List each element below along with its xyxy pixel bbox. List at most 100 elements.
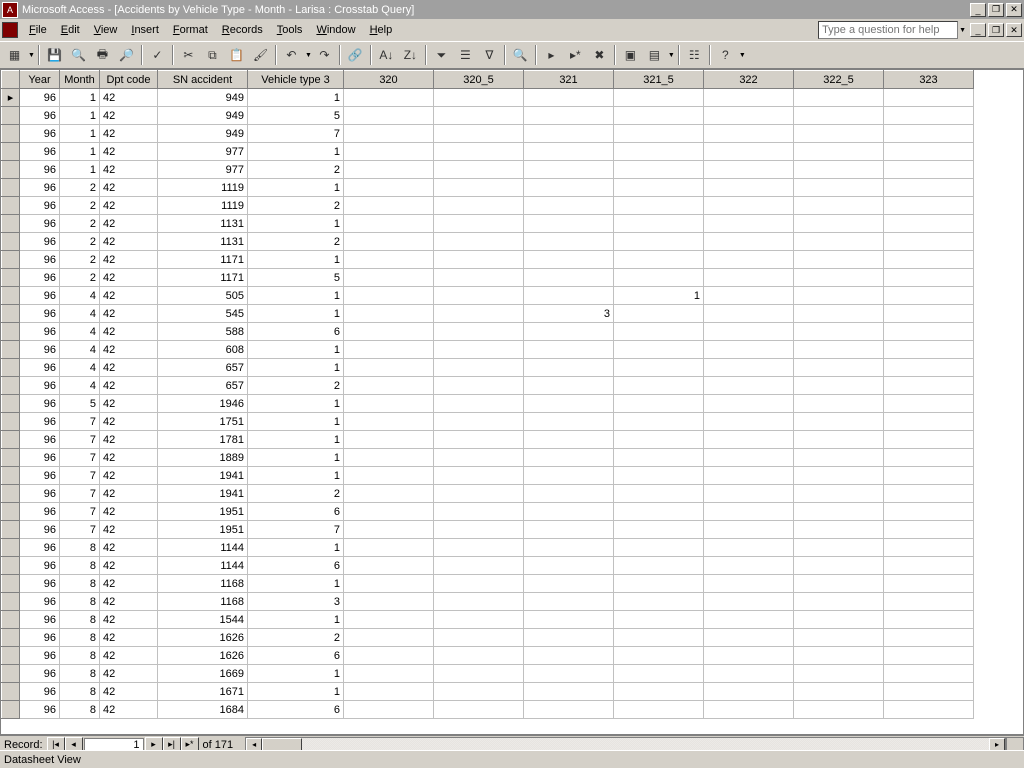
- row-selector[interactable]: [2, 449, 20, 467]
- cell[interactable]: [704, 413, 794, 431]
- cell[interactable]: 2: [248, 197, 344, 215]
- cell[interactable]: 6: [248, 557, 344, 575]
- cell[interactable]: [344, 305, 434, 323]
- cell[interactable]: [434, 647, 524, 665]
- cell[interactable]: [704, 323, 794, 341]
- row-selector[interactable]: [2, 233, 20, 251]
- cell[interactable]: [434, 449, 524, 467]
- cell[interactable]: [704, 575, 794, 593]
- row-selector[interactable]: [2, 107, 20, 125]
- cell[interactable]: 7: [248, 521, 344, 539]
- cell[interactable]: [434, 431, 524, 449]
- cell[interactable]: [614, 125, 704, 143]
- cell[interactable]: [884, 665, 974, 683]
- row-selector[interactable]: [2, 413, 20, 431]
- cell[interactable]: [434, 305, 524, 323]
- cell[interactable]: 1946: [158, 395, 248, 413]
- table-row[interactable]: 9684215441: [2, 611, 974, 629]
- cell[interactable]: [704, 89, 794, 107]
- cell[interactable]: [434, 611, 524, 629]
- spell-button[interactable]: ✓: [146, 44, 169, 66]
- row-selector[interactable]: [2, 575, 20, 593]
- cell[interactable]: [524, 143, 614, 161]
- cell[interactable]: [704, 539, 794, 557]
- format-button[interactable]: 🖌: [249, 44, 272, 66]
- cell[interactable]: [434, 485, 524, 503]
- cell[interactable]: 1: [248, 665, 344, 683]
- cell[interactable]: [794, 485, 884, 503]
- cell[interactable]: [524, 287, 614, 305]
- cell[interactable]: [884, 575, 974, 593]
- cell[interactable]: [614, 701, 704, 719]
- cell[interactable]: 42: [100, 323, 158, 341]
- cell[interactable]: [704, 557, 794, 575]
- table-row[interactable]: 9684211446: [2, 557, 974, 575]
- cell[interactable]: [884, 647, 974, 665]
- table-row[interactable]: 964425886: [2, 323, 974, 341]
- cell[interactable]: 96: [20, 593, 60, 611]
- cell[interactable]: 96: [20, 467, 60, 485]
- cell[interactable]: [524, 575, 614, 593]
- cell[interactable]: 1: [248, 611, 344, 629]
- cell[interactable]: [344, 125, 434, 143]
- undo-button[interactable]: ↶: [280, 44, 303, 66]
- cell[interactable]: [524, 629, 614, 647]
- row-selector[interactable]: [2, 701, 20, 719]
- cell[interactable]: [704, 467, 794, 485]
- cell[interactable]: [434, 683, 524, 701]
- cell[interactable]: [524, 359, 614, 377]
- cell[interactable]: 7: [60, 485, 100, 503]
- cell[interactable]: [614, 233, 704, 251]
- cell[interactable]: [524, 377, 614, 395]
- cell[interactable]: [884, 521, 974, 539]
- cell[interactable]: 1: [248, 467, 344, 485]
- table-row[interactable]: 9624211715: [2, 269, 974, 287]
- cell[interactable]: 2: [60, 215, 100, 233]
- cell[interactable]: [794, 503, 884, 521]
- cell[interactable]: [434, 125, 524, 143]
- cell[interactable]: 42: [100, 521, 158, 539]
- cell[interactable]: [434, 701, 524, 719]
- cell[interactable]: 1171: [158, 269, 248, 287]
- cell[interactable]: 7: [60, 431, 100, 449]
- cell[interactable]: 1626: [158, 647, 248, 665]
- cell[interactable]: 42: [100, 593, 158, 611]
- table-row[interactable]: 9644254513: [2, 305, 974, 323]
- cell[interactable]: [794, 665, 884, 683]
- cell[interactable]: [344, 557, 434, 575]
- cell[interactable]: 1941: [158, 485, 248, 503]
- row-selector[interactable]: [2, 161, 20, 179]
- cell[interactable]: [884, 413, 974, 431]
- cell[interactable]: 1: [60, 107, 100, 125]
- cell[interactable]: 4: [60, 305, 100, 323]
- cell[interactable]: [614, 629, 704, 647]
- cell[interactable]: 949: [158, 107, 248, 125]
- cell[interactable]: 1171: [158, 251, 248, 269]
- cell[interactable]: 1951: [158, 521, 248, 539]
- cell[interactable]: 1: [248, 287, 344, 305]
- cell[interactable]: [794, 323, 884, 341]
- cell[interactable]: [434, 521, 524, 539]
- cell[interactable]: [524, 449, 614, 467]
- cell[interactable]: 96: [20, 233, 60, 251]
- sort-desc-button[interactable]: Z↓: [399, 44, 422, 66]
- cell[interactable]: 1: [248, 215, 344, 233]
- cell[interactable]: [614, 143, 704, 161]
- cell[interactable]: 7: [60, 467, 100, 485]
- cell[interactable]: 42: [100, 431, 158, 449]
- cell[interactable]: 1: [60, 125, 100, 143]
- cell[interactable]: 96: [20, 485, 60, 503]
- cell[interactable]: [794, 557, 884, 575]
- cell[interactable]: 4: [60, 287, 100, 305]
- cell[interactable]: [794, 143, 884, 161]
- cell[interactable]: [344, 431, 434, 449]
- table-row[interactable]: 9624211191: [2, 179, 974, 197]
- cell[interactable]: 42: [100, 629, 158, 647]
- column-header[interactable]: Vehicle type 3: [248, 71, 344, 89]
- column-header[interactable]: 322: [704, 71, 794, 89]
- filter-form-button[interactable]: ☰: [454, 44, 477, 66]
- cell[interactable]: [884, 89, 974, 107]
- cell[interactable]: [434, 539, 524, 557]
- cell[interactable]: [614, 215, 704, 233]
- cell[interactable]: 1: [248, 359, 344, 377]
